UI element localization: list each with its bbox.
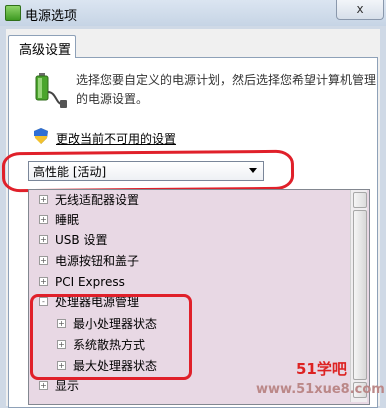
expand-icon[interactable]: + — [39, 195, 48, 204]
expand-icon[interactable]: + — [39, 277, 48, 286]
scroll-thumb[interactable] — [353, 210, 367, 380]
tree-item-label: 无线适配器设置 — [55, 193, 140, 207]
uac-shield-icon — [34, 128, 48, 144]
title-bar: 电源选项 x — [0, 0, 386, 26]
expand-icon[interactable]: + — [39, 256, 48, 265]
tab-label: 高级设置 — [19, 43, 72, 58]
tab-advanced-settings[interactable]: 高级设置 — [8, 35, 76, 58]
watermark-url: www.51xue8.com — [256, 382, 385, 397]
scroll-up-button[interactable] — [353, 192, 367, 208]
tree-scrollbar[interactable] — [350, 190, 367, 402]
battery-plug-icon — [35, 73, 67, 108]
tree-item-label: USB 设置 — [55, 233, 108, 247]
tree-item-label: 睡眠 — [55, 213, 80, 227]
window-title: 电源选项 — [25, 9, 78, 24]
tree-item-label: 电源按钮和盖子 — [55, 254, 140, 268]
description-text: 选择您要自定义的电源计划，然后选择您希望计算机管理的电源设置。 — [76, 73, 377, 106]
change-unavailable-settings-link[interactable]: 更改当前不可用的设置 — [56, 130, 176, 147]
expand-icon[interactable]: + — [39, 235, 48, 244]
expand-icon[interactable]: + — [39, 215, 48, 224]
power-options-icon — [5, 5, 21, 21]
red-annotation-circle — [1, 149, 295, 193]
expand-icon[interactable]: + — [39, 381, 48, 390]
tree-item-label: PCI Express — [55, 275, 125, 289]
close-button[interactable]: x — [336, 0, 384, 20]
watermark-logo-text: 51学吧 — [296, 360, 347, 378]
red-annotation-box — [30, 294, 192, 380]
